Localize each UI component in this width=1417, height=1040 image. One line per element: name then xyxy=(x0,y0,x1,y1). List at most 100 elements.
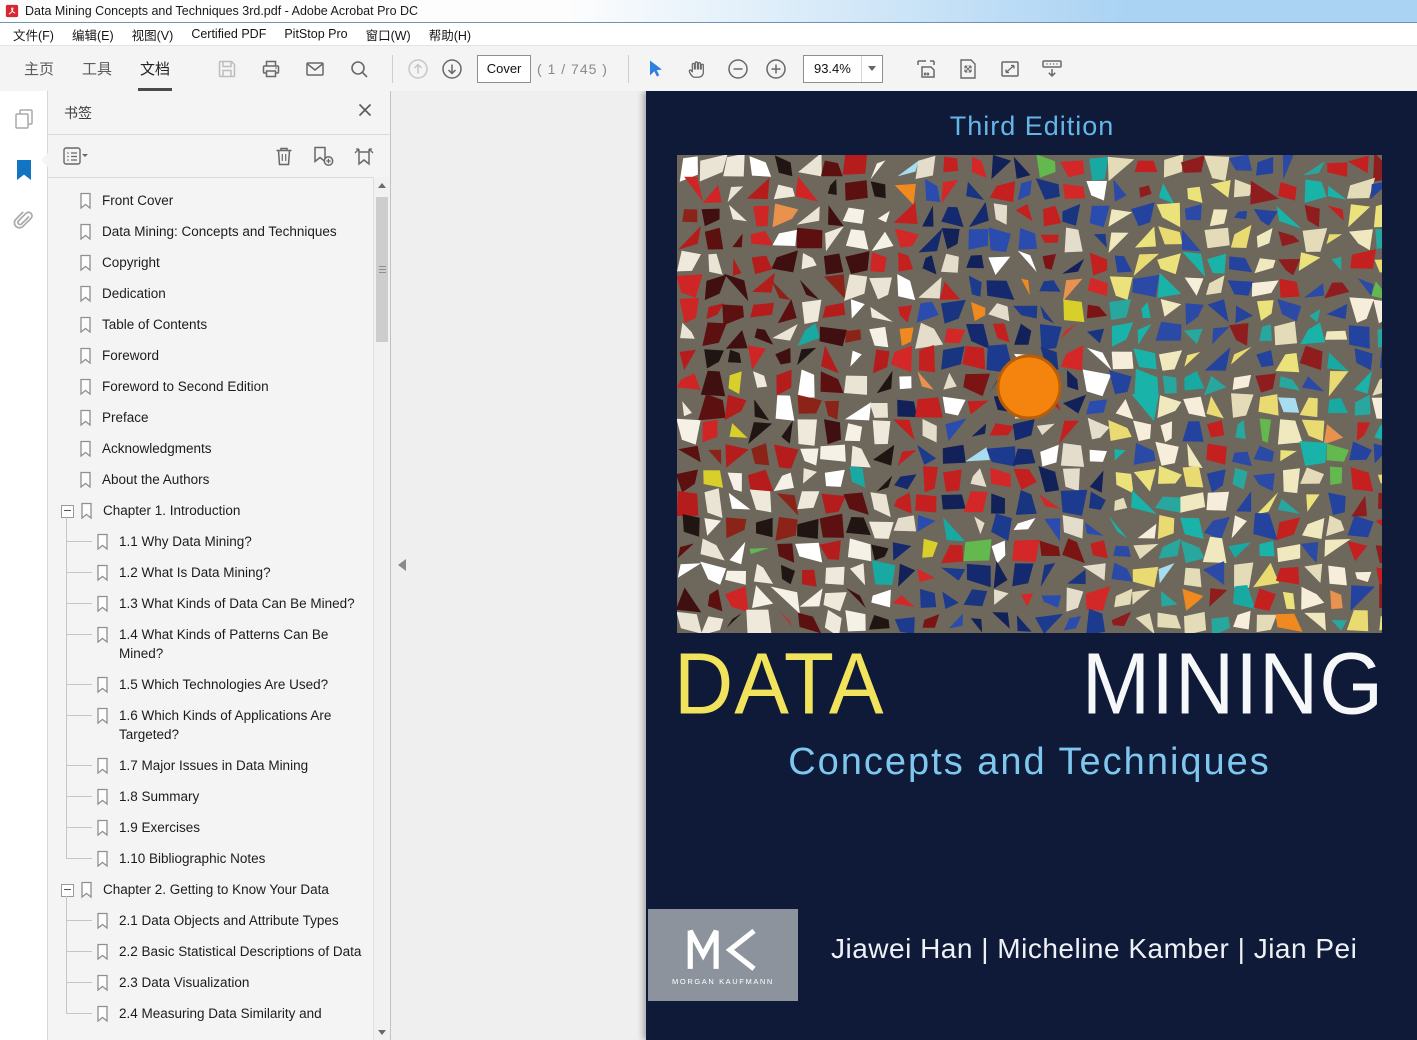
scrollbar-thumb[interactable] xyxy=(376,197,388,342)
bookmark-label[interactable]: Acknowledgments xyxy=(102,439,212,458)
bookmark-icon xyxy=(95,563,119,582)
bookmark-icon xyxy=(78,408,102,427)
collapse-toggle-icon[interactable] xyxy=(61,505,74,518)
bookmark-label[interactable]: Chapter 2. Getting to Know Your Data xyxy=(103,880,329,899)
print-button[interactable] xyxy=(254,52,288,86)
bookmark-icon xyxy=(78,191,102,210)
bookmark-row: Front Cover xyxy=(78,185,374,216)
bookmark-icon xyxy=(95,818,119,837)
bookmark-label[interactable]: About the Authors xyxy=(102,470,209,489)
delete-bookmark-button[interactable] xyxy=(273,145,295,167)
bookmark-row: 2.2 Basic Statistical Descriptions of Da… xyxy=(95,936,374,967)
zoom-dropdown-arrow[interactable] xyxy=(861,56,882,82)
bookmark-icon xyxy=(95,532,119,551)
collapse-panel-handle[interactable] xyxy=(398,559,406,571)
bookmark-label[interactable]: Copyright xyxy=(102,253,160,272)
bookmark-label[interactable]: Chapter 1. Introduction xyxy=(103,501,240,520)
bookmark-row: 1.8 Summary xyxy=(95,781,374,812)
page-count-label: ( 1 / 745 ) xyxy=(537,61,608,77)
fit-page-button[interactable] xyxy=(951,52,985,86)
menu-item[interactable]: PitStop Pro xyxy=(275,25,356,43)
bookmark-label[interactable]: 1.8 Summary xyxy=(119,787,199,806)
bookmark-label[interactable]: Front Cover xyxy=(102,191,173,210)
save-button[interactable] xyxy=(210,52,244,86)
title-bar: Data Mining Concepts and Techniques 3rd.… xyxy=(0,0,1417,23)
bookmark-label[interactable]: Foreword to Second Edition xyxy=(102,377,269,396)
bookmark-label[interactable]: 1.3 What Kinds of Data Can Be Mined? xyxy=(119,594,355,613)
bookmark-row: Dedication xyxy=(78,278,374,309)
bookmarks-panel-button[interactable] xyxy=(13,158,35,187)
bookmark-row: 1.3 What Kinds of Data Can Be Mined? xyxy=(95,588,374,619)
bookmark-label[interactable]: 1.4 What Kinds of Patterns Can Be Mined? xyxy=(119,625,369,663)
bookmark-label[interactable]: 2.2 Basic Statistical Descriptions of Da… xyxy=(119,942,361,961)
bookmark-label[interactable]: 1.7 Major Issues in Data Mining xyxy=(119,756,308,775)
bookmark-icon xyxy=(95,594,119,613)
document-viewer: Third Edition DATA MINING Concepts and T… xyxy=(391,91,1417,1040)
previous-page-button[interactable] xyxy=(401,52,435,86)
close-panel-icon[interactable] xyxy=(356,101,374,124)
bookmark-label[interactable]: 1.6 Which Kinds of Applications Are Targ… xyxy=(119,706,369,744)
bookmark-label[interactable]: 2.4 Measuring Data Similarity and xyxy=(119,1004,322,1023)
menu-item[interactable]: 窗口(W) xyxy=(357,23,420,46)
fit-width-button[interactable] xyxy=(909,52,943,86)
email-button[interactable] xyxy=(298,52,332,86)
tab-active[interactable]: 文档 xyxy=(126,46,184,91)
bookmark-label[interactable]: Preface xyxy=(102,408,149,427)
bookmark-label[interactable]: Table of Contents xyxy=(102,315,207,334)
bookmark-icon xyxy=(95,706,119,725)
collapse-toggle-icon[interactable] xyxy=(61,884,74,897)
bookmark-icon xyxy=(95,787,119,806)
tab-inactive[interactable]: 工具 xyxy=(68,46,126,91)
menu-item[interactable]: 视图(V) xyxy=(123,23,183,46)
bookmark-options-button[interactable] xyxy=(61,145,91,167)
zoom-level-select[interactable]: 93.4% xyxy=(803,55,883,83)
bookmark-row: 1.1 Why Data Mining? xyxy=(95,526,374,557)
bookmark-label[interactable]: 1.9 Exercises xyxy=(119,818,200,837)
expand-bookmarks-button[interactable] xyxy=(351,145,377,167)
bookmark-label[interactable]: 1.1 Why Data Mining? xyxy=(119,532,252,551)
page-number-field[interactable]: Cover xyxy=(477,55,531,83)
menu-item[interactable]: 文件(F) xyxy=(4,23,63,46)
cover-edition-text: Third Edition xyxy=(646,111,1417,142)
scroll-down-arrow[interactable] xyxy=(374,1024,390,1040)
bookmark-icon xyxy=(95,756,119,775)
bookmark-label[interactable]: 1.5 Which Technologies Are Used? xyxy=(119,675,328,694)
panel-scrollbar[interactable] xyxy=(373,177,390,1040)
bookmark-label[interactable]: Foreword xyxy=(102,346,159,365)
bookmark-label[interactable]: 2.1 Data Objects and Attribute Types xyxy=(119,911,339,930)
fullscreen-button[interactable] xyxy=(993,52,1027,86)
new-bookmark-button[interactable] xyxy=(311,145,335,167)
menu-item[interactable]: Certified PDF xyxy=(182,25,275,43)
bookmark-icon xyxy=(79,501,103,520)
bookmark-icon xyxy=(95,942,119,961)
search-icon[interactable] xyxy=(342,52,376,86)
scroll-up-arrow[interactable] xyxy=(374,177,390,193)
bookmark-label[interactable]: 1.10 Bibliographic Notes xyxy=(119,849,265,868)
menu-item[interactable]: 编辑(E) xyxy=(63,23,123,46)
bookmark-label[interactable]: 2.3 Data Visualization xyxy=(119,973,249,992)
bookmark-label[interactable]: Dedication xyxy=(102,284,166,303)
menu-bar: 文件(F)编辑(E)视图(V)Certified PDFPitStop Pro窗… xyxy=(0,23,1417,45)
menu-item[interactable]: 帮助(H) xyxy=(420,23,480,46)
zoom-out-button[interactable] xyxy=(721,52,755,86)
next-page-button[interactable] xyxy=(435,52,469,86)
zoom-in-button[interactable] xyxy=(759,52,793,86)
main-area: 书签 xyxy=(0,91,1417,1040)
scrolling-mode-button[interactable] xyxy=(1035,52,1069,86)
bookmark-icon xyxy=(78,222,102,241)
acrobat-window: Data Mining Concepts and Techniques 3rd.… xyxy=(0,0,1417,1040)
attachments-button[interactable] xyxy=(12,209,36,238)
bookmark-label[interactable]: Data Mining: Concepts and Techniques xyxy=(102,222,337,241)
bookmark-label[interactable]: 1.2 What Is Data Mining? xyxy=(119,563,271,582)
tab-inactive[interactable]: 主页 xyxy=(10,46,68,91)
hand-tool-button[interactable] xyxy=(679,52,713,86)
bookmark-row: 1.7 Major Issues in Data Mining xyxy=(95,750,374,781)
bookmark-row: 1.2 What Is Data Mining? xyxy=(95,557,374,588)
zoom-level-value: 93.4% xyxy=(804,61,861,76)
select-tool-button[interactable] xyxy=(637,52,671,86)
bookmark-icon xyxy=(78,346,102,365)
bookmark-row: 2.1 Data Objects and Attribute Types xyxy=(95,905,374,936)
page-thumbnails-button[interactable] xyxy=(12,107,36,136)
main-toolbar: 主页工具文档 xyxy=(0,45,1417,92)
cover-subtitle: Concepts and Techniques xyxy=(677,741,1382,784)
